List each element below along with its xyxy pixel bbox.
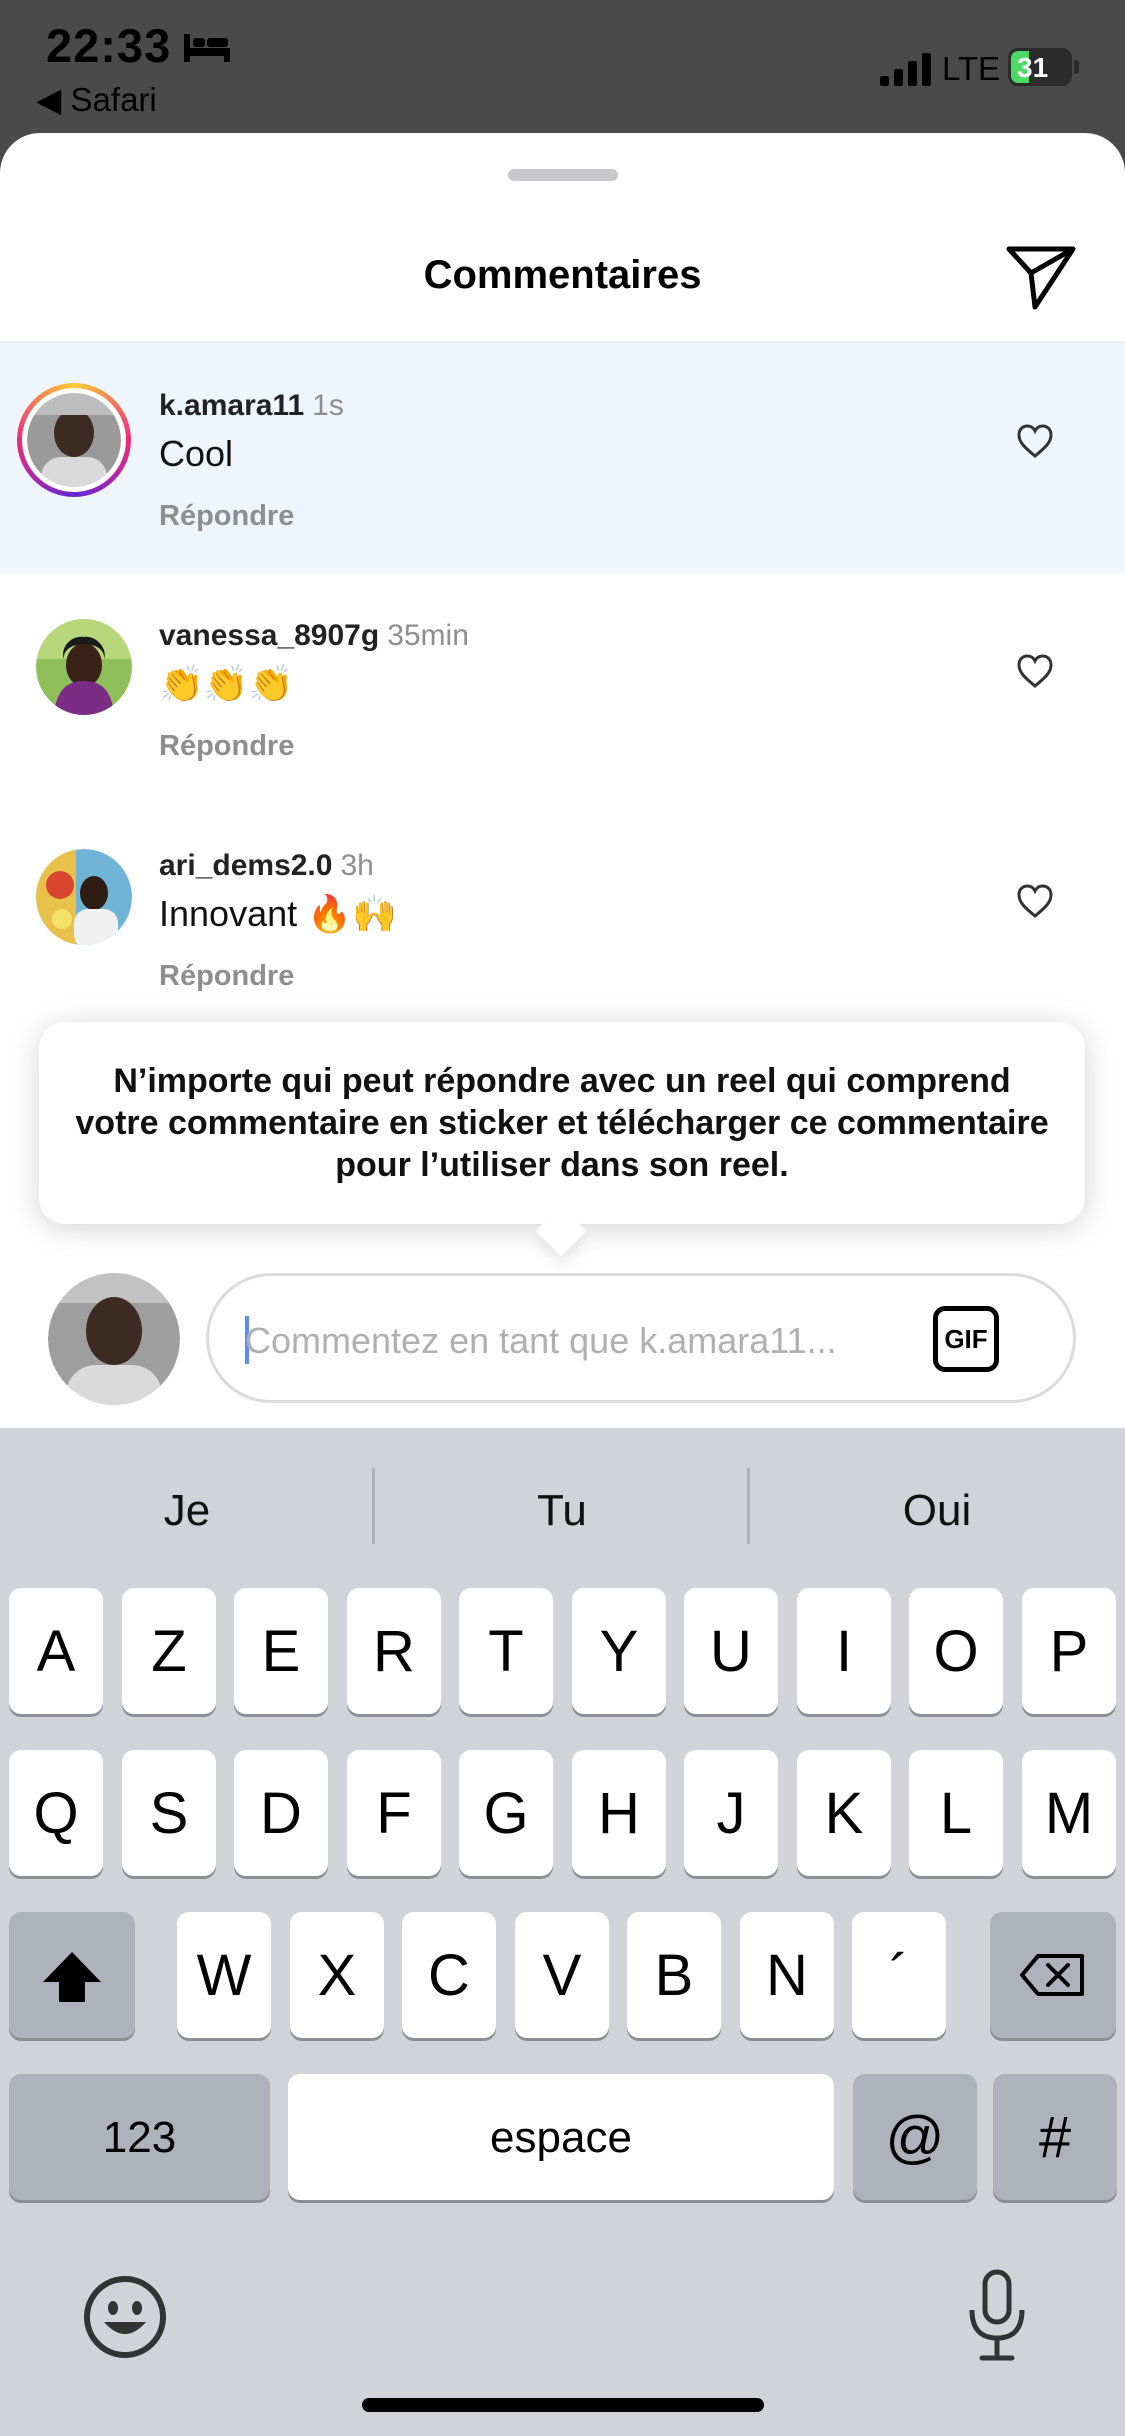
suggestion-2[interactable]: Tu — [375, 1486, 749, 1536]
reply-button[interactable]: Répondre — [159, 500, 294, 533]
key-o[interactable]: O — [909, 1588, 1003, 1714]
backspace-icon — [1020, 1954, 1084, 1996]
like-heart-icon[interactable] — [1016, 423, 1054, 459]
page-title: Commentaires — [423, 253, 702, 297]
comment-time: 3h — [340, 849, 374, 882]
avatar[interactable] — [17, 383, 131, 497]
key-k[interactable]: K — [797, 1750, 891, 1876]
comment-text: Cool — [159, 433, 234, 474]
reel-sticker-tooltip: N’importe qui peut répondre avec un reel… — [39, 1022, 1085, 1224]
comment-text: Innovant 🔥🙌 — [159, 893, 397, 934]
comment-text: 👏👏👏 — [159, 663, 294, 704]
key-c[interactable]: C — [402, 1912, 496, 2038]
signal-icon — [880, 53, 931, 86]
delete-key[interactable] — [990, 1912, 1116, 2038]
suggestion-1[interactable]: Je — [0, 1486, 374, 1536]
key-r[interactable]: R — [347, 1588, 441, 1714]
hash-key[interactable]: # — [993, 2074, 1117, 2200]
avatar[interactable] — [36, 849, 132, 945]
key-b[interactable]: B — [627, 1912, 721, 2038]
avatar[interactable] — [36, 619, 132, 715]
key-f[interactable]: F — [347, 1750, 441, 1876]
key-z[interactable]: Z — [122, 1588, 216, 1714]
comment-time: 35min — [387, 619, 469, 652]
key-t[interactable]: T — [459, 1588, 553, 1714]
key-p[interactable]: P — [1022, 1588, 1116, 1714]
comment-time: 1s — [312, 389, 344, 422]
comment-username[interactable]: ari_dems2.0 3h — [159, 849, 374, 883]
battery-icon: 31 — [1008, 48, 1079, 86]
tooltip-text: N’importe qui peut répondre avec un reel… — [75, 1062, 1049, 1184]
key-y[interactable]: Y — [572, 1588, 666, 1714]
suggestion-3[interactable]: Oui — [750, 1486, 1124, 1536]
gif-button[interactable]: GIF — [933, 1306, 999, 1372]
like-heart-icon[interactable] — [1016, 653, 1054, 689]
battery-percent: 31 — [1017, 52, 1049, 83]
home-indicator[interactable] — [362, 2398, 764, 2412]
key-q[interactable]: Q — [9, 1750, 103, 1876]
emoji-icon[interactable] — [82, 2274, 168, 2360]
share-send-icon[interactable] — [1005, 243, 1077, 311]
key-e[interactable]: E — [234, 1588, 328, 1714]
sleep-focus-icon — [184, 34, 230, 62]
key-w[interactable]: W — [177, 1912, 271, 2038]
comment-username[interactable]: k.amara11 1s — [159, 389, 344, 423]
reply-button[interactable]: Répondre — [159, 730, 294, 763]
reply-button[interactable]: Répondre — [159, 960, 294, 993]
keyboard: Je Tu Oui A Z E R T Y U I O P Q S D F G … — [0, 1428, 1125, 2436]
sheet-grabber[interactable] — [508, 169, 618, 181]
key-d[interactable]: D — [234, 1750, 328, 1876]
key-g[interactable]: G — [459, 1750, 553, 1876]
microphone-icon[interactable] — [966, 2268, 1028, 2364]
comment-username[interactable]: vanessa_8907g 35min — [159, 619, 469, 653]
shift-icon — [43, 1952, 101, 2002]
key-accent[interactable]: ´ — [852, 1912, 946, 2038]
key-u[interactable]: U — [684, 1588, 778, 1714]
comment-input[interactable]: Commentez en tant que k.amara11... GIF — [206, 1273, 1076, 1403]
shift-key[interactable] — [9, 1912, 135, 2038]
key-i[interactable]: I — [797, 1588, 891, 1714]
composer-avatar — [48, 1273, 180, 1405]
key-n[interactable]: N — [740, 1912, 834, 2038]
comment-item: k.amara11 1s Cool Répondre — [0, 343, 1125, 573]
key-x[interactable]: X — [290, 1912, 384, 2038]
key-h[interactable]: H — [572, 1750, 666, 1876]
key-s[interactable]: S — [122, 1750, 216, 1876]
key-m[interactable]: M — [1022, 1750, 1116, 1876]
key-l[interactable]: L — [909, 1750, 1003, 1876]
key-a[interactable]: A — [9, 1588, 103, 1714]
key-j[interactable]: J — [684, 1750, 778, 1876]
space-key[interactable]: espace — [288, 2074, 834, 2200]
key-v[interactable]: V — [515, 1912, 609, 2038]
at-key[interactable]: @ — [853, 2074, 977, 2200]
clock: 22:33 — [46, 19, 172, 72]
numbers-key[interactable]: 123 — [9, 2074, 270, 2200]
back-to-safari-link[interactable]: ◀ Safari — [36, 80, 157, 119]
comment-item: ari_dems2.0 3h Innovant 🔥🙌 Répondre — [0, 803, 1125, 1033]
like-heart-icon[interactable] — [1016, 883, 1054, 919]
network-type: LTE — [942, 50, 1001, 87]
status-bar: 22:33 ◀ Safari LTE 31 — [0, 0, 1125, 135]
comment-item: vanessa_8907g 35min 👏👏👏 Répondre — [0, 573, 1125, 803]
comment-input-placeholder: Commentez en tant que k.amara11... — [245, 1320, 837, 1361]
